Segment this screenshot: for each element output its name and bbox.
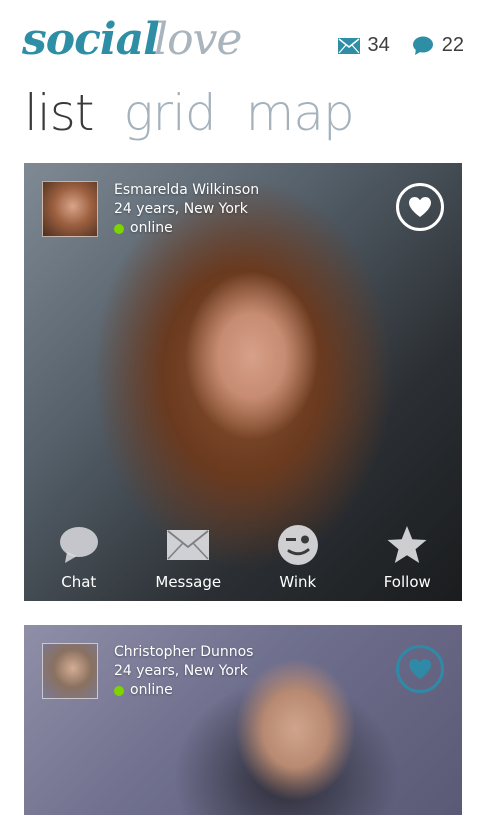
status-indicator: online <box>114 219 259 238</box>
status-text: online <box>130 682 173 698</box>
tab-map[interactable]: map <box>246 84 355 142</box>
profile-card[interactable]: Christopher Dunnos 24 years, New York on… <box>24 625 462 815</box>
follow-label: Follow <box>383 573 431 591</box>
chat-bubble-icon <box>59 527 98 563</box>
envelope-icon <box>167 530 210 560</box>
profile-card[interactable]: Esmarelda Wilkinson 24 years, New York o… <box>24 163 462 601</box>
wink-face-icon <box>277 525 318 565</box>
logo-text-love: love <box>154 14 242 65</box>
tab-grid[interactable]: grid <box>123 84 216 142</box>
chats-counter[interactable]: 22 <box>412 34 464 57</box>
favorite-button[interactable] <box>396 183 444 231</box>
profile-details: 24 years, New York <box>114 201 248 217</box>
chats-count: 22 <box>441 34 464 56</box>
tab-list[interactable]: list <box>24 84 94 142</box>
profile-details: 24 years, New York <box>114 663 248 679</box>
logo-text-social: social <box>22 14 160 65</box>
view-tabs: list grid map <box>24 84 355 142</box>
avatar[interactable] <box>42 181 98 237</box>
chat-bubble-icon <box>412 36 433 55</box>
online-dot-icon <box>114 685 124 696</box>
avatar[interactable] <box>42 643 98 699</box>
header-counters: 34 22 <box>324 34 464 57</box>
star-icon <box>387 526 427 563</box>
follow-button[interactable]: Follow <box>353 519 463 591</box>
online-dot-icon <box>114 223 124 234</box>
chat-button[interactable]: Chat <box>24 519 134 591</box>
envelope-icon <box>337 37 360 54</box>
messages-counter[interactable]: 34 <box>337 34 390 57</box>
heart-icon <box>409 659 431 679</box>
profile-header: Esmarelda Wilkinson 24 years, New York o… <box>42 181 259 238</box>
profile-name: Christopher Dunnos <box>114 644 254 660</box>
heart-icon <box>409 197 431 217</box>
message-button[interactable]: Message <box>134 519 244 591</box>
wink-label: Wink <box>279 573 317 591</box>
favorite-button[interactable] <box>396 645 444 693</box>
status-text: online <box>130 220 173 236</box>
profile-name: Esmarelda Wilkinson <box>114 182 260 198</box>
profile-actions: Chat Message Wink Follow <box>24 519 462 591</box>
message-label: Message <box>155 573 222 591</box>
messages-count: 34 <box>367 34 390 56</box>
wink-button[interactable]: Wink <box>243 519 353 591</box>
chat-label: Chat <box>61 573 97 591</box>
status-indicator: online <box>114 681 253 700</box>
profile-header: Christopher Dunnos 24 years, New York on… <box>42 643 253 700</box>
